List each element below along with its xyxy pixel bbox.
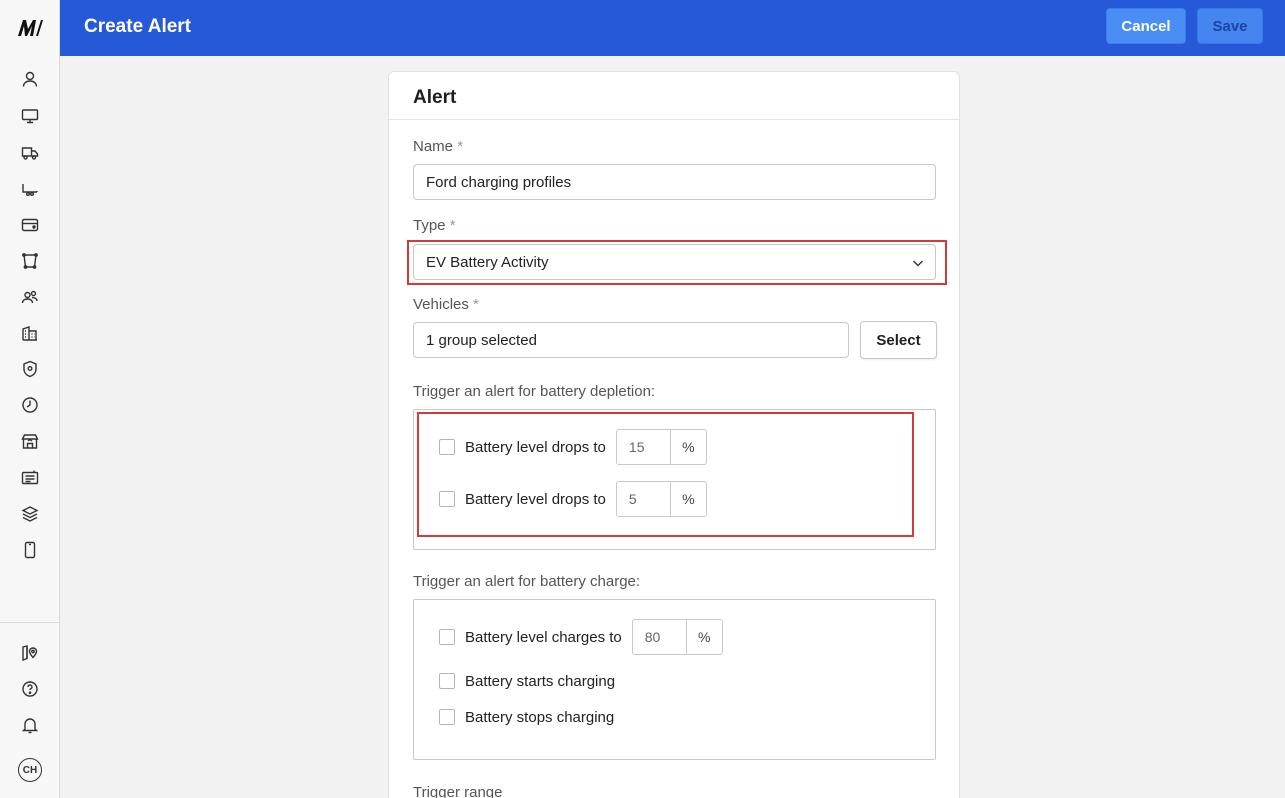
percent-unit: % [682,491,695,507]
select-vehicles-button[interactable]: Select [860,321,937,359]
cancel-button[interactable]: Cancel [1106,8,1186,44]
app-logo[interactable] [0,0,60,56]
stops-charging-checkbox[interactable] [439,709,455,725]
sidebar-divider [0,622,60,623]
vehicles-input[interactable]: 1 group selected [413,322,849,358]
type-highlight-box [407,240,947,285]
header-bar: Create Alert Cancel Save [60,0,1285,56]
help-icon[interactable] [15,674,45,704]
depletion-row: Battery level drops to 5 % [439,481,707,517]
monitor-icon[interactable] [15,101,45,131]
percent-value[interactable]: 5 [617,482,671,516]
layers-icon[interactable] [15,499,45,529]
bell-icon[interactable] [15,710,45,740]
name-label-text: Name [413,138,454,155]
depletion-label: Trigger an alert for battery depletion: [413,383,656,400]
percent-unit: % [682,439,695,455]
percent-value[interactable]: 15 [617,430,671,464]
charge-level-checkbox[interactable] [439,629,455,645]
trigger-range-label: Trigger range [413,784,503,798]
starts-charging-row: Battery starts charging [439,663,625,699]
name-input[interactable]: Ford charging profiles [413,164,936,200]
logo-icon [18,20,43,36]
depletion-row-label: Battery level drops to [465,490,606,508]
charge-level-row: Battery level charges to 80 % [439,619,723,655]
required-mark: * [473,296,479,313]
building-icon[interactable] [15,318,45,348]
percent-input[interactable]: 5 % [615,481,707,517]
sidebar: CH [0,0,60,798]
percent-value[interactable]: 80 [633,620,687,654]
percent-input[interactable]: 15 % [615,429,707,465]
percent-unit: % [698,629,711,645]
alert-form-card: Alert Name * Ford charging profiles Type… [388,71,960,798]
avatar[interactable]: CH [18,758,42,782]
type-label: Type * [413,217,456,234]
page-title: Create Alert [84,16,192,37]
card-divider [389,119,959,120]
truck-icon[interactable] [15,138,45,168]
people-icon[interactable] [15,282,45,312]
card-icon[interactable] [15,210,45,240]
depletion-row-label: Battery level drops to [465,438,606,456]
shield-icon[interactable] [15,354,45,384]
trailer-icon[interactable] [15,174,45,204]
card-title: Alert [413,87,457,108]
user-icon[interactable] [15,64,45,94]
vehicles-label-text: Vehicles [413,296,469,313]
depletion-checkbox[interactable] [439,491,455,507]
name-label: Name * [413,138,463,155]
charge-label: Trigger an alert for battery charge: [413,573,641,590]
route-icon[interactable] [15,246,45,276]
charge-level-label: Battery level charges to [465,628,622,646]
phone-icon[interactable] [15,535,45,565]
news-icon[interactable] [15,463,45,493]
stops-charging-label: Battery stops charging [465,708,615,726]
clock-icon[interactable] [15,390,45,420]
required-mark: * [449,217,456,234]
depletion-row: Battery level drops to 15 % [439,429,707,465]
vehicles-label: Vehicles * [413,296,479,313]
map-pin-icon[interactable] [15,638,45,668]
starts-charging-label: Battery starts charging [465,672,616,690]
depletion-checkbox[interactable] [439,439,455,455]
store-icon[interactable] [15,426,45,456]
type-label-text: Type [413,217,446,234]
stops-charging-row: Battery stops charging [439,699,624,735]
required-mark: * [457,138,464,155]
starts-charging-checkbox[interactable] [439,673,455,689]
save-button[interactable]: Save [1197,8,1263,44]
percent-input[interactable]: 80 % [631,619,723,655]
